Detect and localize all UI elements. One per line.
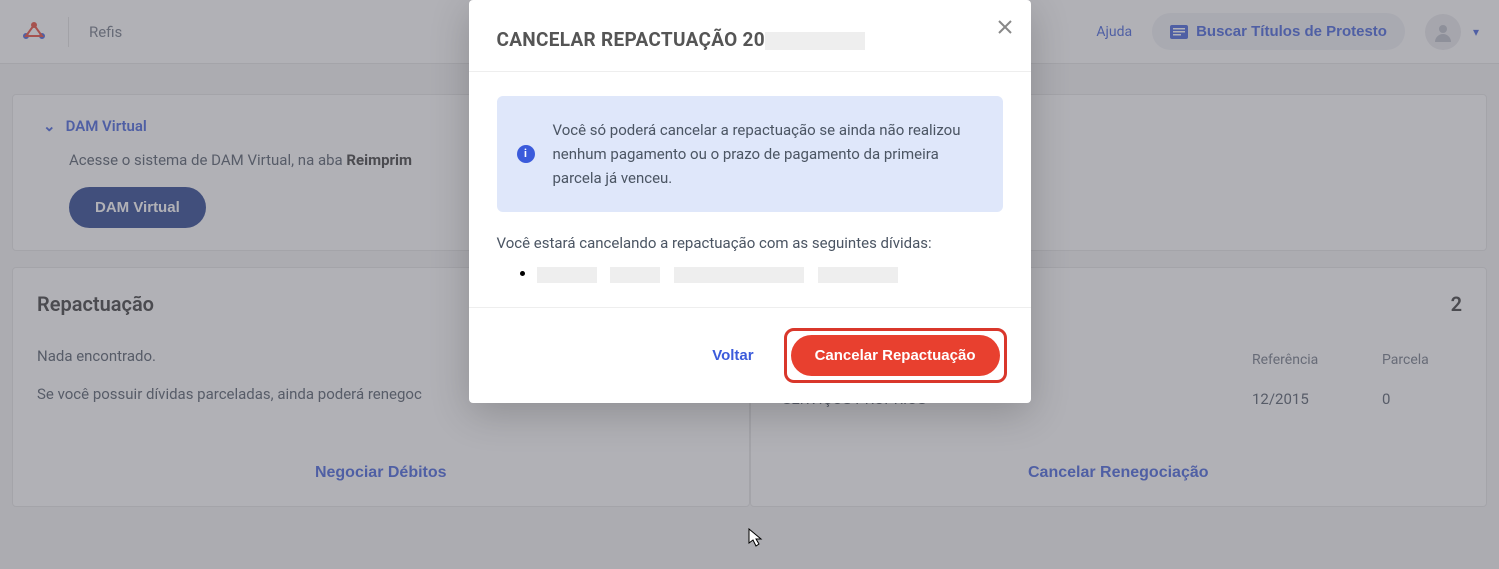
cancel-repactuacao-modal: CANCELAR REPACTUAÇÃO 20xxxxxxxx i Você s…	[469, 0, 1031, 403]
info-text: Você só poderá cancelar a repactuação se…	[553, 121, 961, 187]
modal-title: CANCELAR REPACTUAÇÃO 20xxxxxxxx	[497, 28, 1003, 51]
cancel-repactuacao-button[interactable]: Cancelar Repactuação	[791, 335, 1000, 376]
redacted: xx	[537, 267, 597, 283]
redacted: xx	[818, 267, 898, 283]
redacted: xx	[674, 267, 804, 283]
modal-title-text: CANCELAR REPACTUAÇÃO 20	[497, 28, 765, 51]
close-icon	[997, 19, 1013, 35]
modal-overlay[interactable]: CANCELAR REPACTUAÇÃO 20xxxxxxxx i Você s…	[0, 0, 1499, 569]
modal-body-text: Você estará cancelando a repactuação com…	[497, 234, 1003, 252]
redacted: xxxxxxxx	[765, 32, 865, 50]
back-button[interactable]: Voltar	[698, 337, 767, 374]
confirm-highlight: Cancelar Repactuação	[784, 328, 1007, 383]
debt-list: xx xx xx xx	[497, 264, 1003, 283]
close-button[interactable]	[997, 18, 1013, 41]
list-item: xx xx xx xx	[537, 264, 1003, 283]
info-alert: i Você só poderá cancelar a repactuação …	[497, 96, 1003, 212]
redacted: xx	[610, 267, 660, 283]
info-icon: i	[517, 145, 535, 163]
